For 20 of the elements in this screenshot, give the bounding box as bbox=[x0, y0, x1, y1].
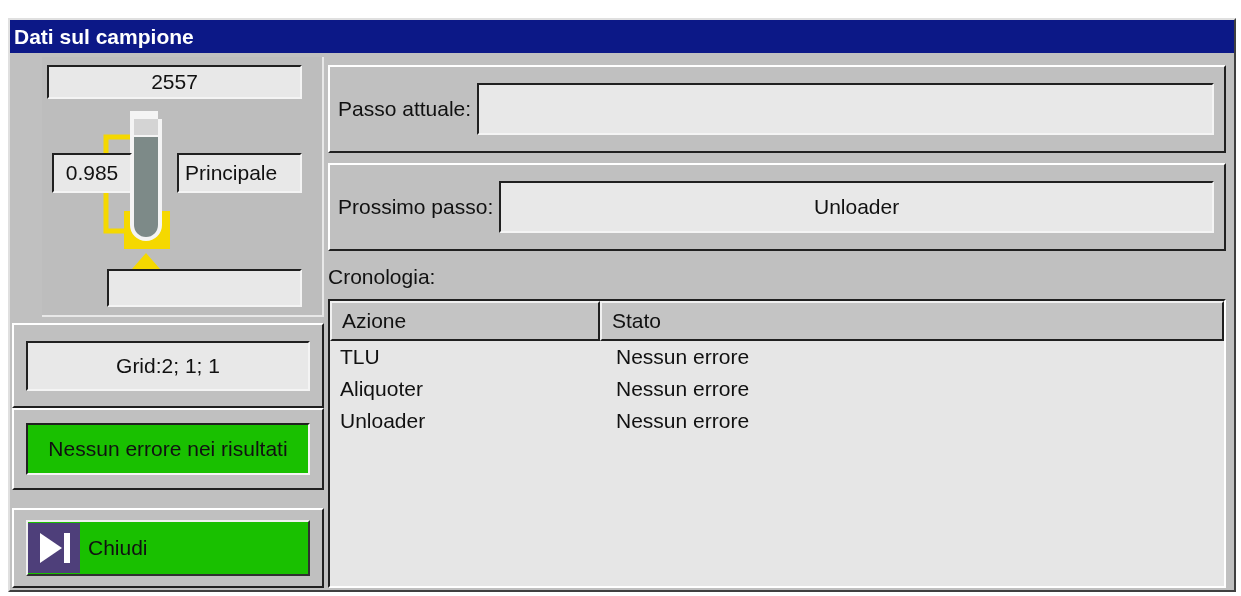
result-status-field: Nessun errore nei risultati bbox=[26, 423, 310, 475]
next-step-label: Prossimo passo: bbox=[338, 195, 494, 219]
volume-field: 0.985 bbox=[52, 153, 132, 193]
table-cell-text: Unloader bbox=[339, 409, 427, 433]
table-cell-text: Nessun errore bbox=[615, 345, 751, 369]
history-label: Cronologia: bbox=[328, 265, 437, 289]
table-cell-text: Aliquoter bbox=[339, 377, 424, 401]
current-step-label: Passo attuale: bbox=[338, 97, 472, 121]
column-header[interactable]: Azione bbox=[330, 301, 600, 341]
table-cell-text: Nessun errore bbox=[615, 377, 751, 401]
sample-id-field: 2557 bbox=[47, 65, 302, 99]
tube-type-field: Principale bbox=[177, 153, 302, 193]
table-cell-text: Nessun errore bbox=[615, 409, 751, 433]
next-step-field: Unloader bbox=[499, 181, 1214, 233]
close-button[interactable]: Chiudi bbox=[26, 520, 310, 576]
column-header[interactable]: Stato bbox=[600, 301, 1224, 341]
window-title: Dati sul campione bbox=[10, 20, 1234, 53]
skip-end-icon bbox=[28, 523, 80, 573]
table-cell-text: TLU bbox=[339, 345, 381, 369]
grid-field: Grid:2; 1; 1 bbox=[26, 340, 310, 391]
